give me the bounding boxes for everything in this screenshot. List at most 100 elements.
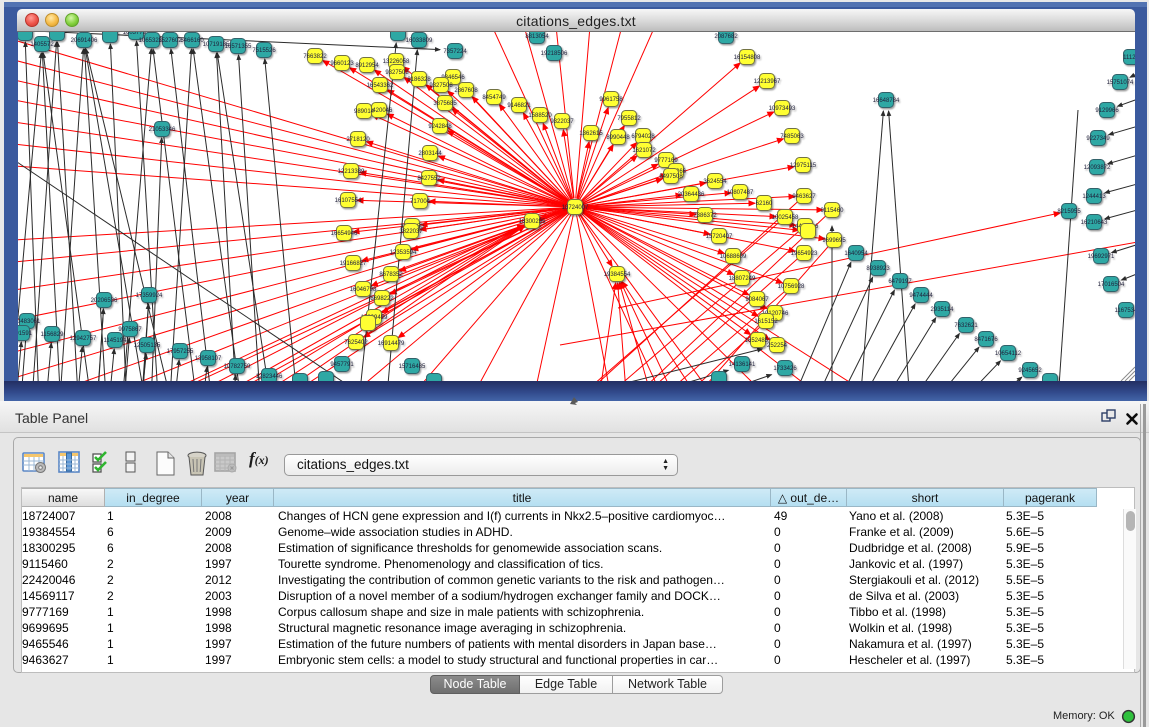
svg-text:16210643: 16210643: [1081, 220, 1108, 226]
svg-text:10973493: 10973493: [769, 106, 796, 112]
svg-text:391591: 391591: [18, 331, 33, 337]
svg-text:8912954: 8912954: [355, 63, 379, 69]
svg-text:8427552: 8427552: [417, 176, 441, 182]
svg-text:9474444: 9474444: [909, 293, 933, 299]
svg-text:1527602: 1527602: [158, 38, 182, 44]
svg-text:10688609: 10688609: [720, 254, 747, 260]
svg-text:12213967: 12213967: [754, 79, 781, 85]
svg-text:9457791: 9457791: [330, 362, 354, 368]
svg-text:17359924: 17359924: [136, 293, 163, 299]
svg-text:12353594: 12353594: [390, 250, 417, 256]
svg-text:10654112: 10654112: [995, 351, 1022, 357]
svg-text:10807487: 10807487: [727, 190, 754, 196]
svg-text:16107554: 16107554: [335, 198, 362, 204]
svg-text:11122: 11122: [1123, 55, 1135, 61]
svg-text:9242848: 9242848: [428, 124, 452, 130]
svg-text:10782759: 10782759: [224, 364, 251, 370]
svg-text:9327508: 9327508: [429, 83, 453, 89]
svg-text:9245652: 9245652: [1018, 368, 1042, 374]
svg-text:2803144: 2803144: [418, 151, 442, 157]
svg-text:1244413: 1244413: [1082, 194, 1106, 200]
svg-text:3875685: 3875685: [433, 101, 457, 107]
svg-text:19166827: 19166827: [340, 261, 367, 267]
svg-text:1167534: 1167534: [1115, 308, 1135, 314]
svg-text:21053346: 21053346: [149, 127, 176, 133]
svg-text:12213389: 12213389: [338, 169, 365, 175]
svg-text:16543362: 16543362: [367, 83, 394, 89]
svg-text:989014: 989014: [354, 109, 375, 115]
svg-text:9327503: 9327503: [385, 70, 409, 76]
svg-text:20364436: 20364436: [678, 192, 705, 198]
svg-text:9463627: 9463627: [792, 194, 816, 200]
svg-text:19218506: 19218506: [541, 51, 568, 57]
svg-text:62160: 62160: [756, 201, 773, 207]
svg-text:17957255: 17957255: [167, 349, 194, 355]
svg-text:9699695: 9699695: [822, 238, 846, 244]
svg-text:6479197: 6479197: [888, 279, 912, 285]
svg-text:18724007: 18724007: [562, 205, 589, 211]
svg-text:16046798: 16046798: [350, 287, 377, 293]
svg-text:10756928: 10756928: [778, 284, 805, 290]
svg-text:1145194: 1145194: [104, 338, 128, 344]
svg-text:7625402: 7625402: [344, 340, 368, 346]
svg-text:717004: 717004: [410, 199, 431, 205]
svg-text:1640954: 1640954: [844, 251, 868, 257]
svg-text:7632621: 7632621: [954, 323, 978, 329]
svg-text:8471676: 8471676: [974, 337, 998, 343]
svg-text:2935114: 2935114: [931, 307, 955, 313]
svg-text:9115460: 9115460: [821, 208, 845, 214]
svg-text:7663822: 7663822: [303, 54, 327, 60]
svg-text:19692971: 19692971: [1088, 254, 1115, 260]
svg-text:9129966: 9129966: [1095, 108, 1119, 114]
svg-text:3624554: 3624554: [703, 179, 727, 185]
svg-text:17016504: 17016504: [1098, 282, 1125, 288]
svg-text:12093872: 12093872: [1084, 165, 1111, 171]
svg-text:15716485: 15716485: [399, 364, 426, 370]
svg-text:9322037: 9322037: [550, 119, 574, 125]
svg-text:1588520: 1588520: [528, 113, 552, 119]
svg-text:20483061: 20483061: [18, 319, 41, 325]
svg-text:9084067: 9084067: [745, 297, 769, 303]
svg-text:12975115: 12975115: [790, 163, 817, 169]
svg-text:3822037: 3822037: [399, 229, 423, 235]
svg-text:9660123: 9660123: [330, 61, 354, 67]
svg-text:7357224: 7357224: [443, 49, 467, 55]
svg-text:8938923: 8938923: [866, 266, 890, 272]
svg-text:7515526: 7515526: [252, 48, 276, 54]
svg-text:16154808: 16154808: [734, 55, 761, 61]
svg-text:13958107: 13958107: [195, 356, 222, 362]
svg-text:252254: 252254: [767, 343, 788, 349]
svg-text:2718120: 2718120: [346, 137, 370, 143]
svg-text:7485063: 7485063: [780, 134, 804, 140]
svg-text:8678352: 8678352: [379, 272, 403, 278]
svg-text:1615152: 1615152: [754, 319, 778, 325]
svg-text:6497508: 6497508: [659, 174, 683, 180]
svg-text:6794028: 6794028: [631, 134, 655, 140]
svg-text:8813054: 8813054: [525, 34, 549, 40]
svg-text:8454749: 8454749: [482, 95, 506, 101]
svg-text:12505135: 12505135: [134, 343, 161, 349]
svg-text:8698222: 8698222: [370, 296, 394, 302]
svg-text:16654946: 16654946: [331, 231, 358, 237]
svg-text:16914479: 16914479: [378, 341, 405, 347]
svg-text:9146821: 9146821: [507, 103, 531, 109]
svg-text:9961758: 9961758: [599, 97, 623, 103]
svg-text:6466160: 6466160: [180, 38, 204, 44]
svg-text:16571355: 16571355: [225, 44, 252, 50]
svg-text:20691406: 20691406: [71, 38, 98, 44]
svg-text:16033809: 16033809: [406, 38, 433, 44]
svg-text:12823446: 12823446: [256, 374, 283, 380]
svg-text:12942757: 12942757: [70, 336, 97, 342]
svg-text:18807249: 18807249: [729, 276, 756, 282]
svg-text:1405572: 1405572: [30, 42, 54, 48]
svg-text:1156829: 1156829: [41, 332, 65, 338]
svg-text:10025458: 10025458: [772, 215, 799, 221]
svg-text:1362615: 1362615: [579, 131, 603, 137]
svg-text:8215955: 8215955: [1057, 209, 1081, 215]
svg-text:9227349: 9227349: [1086, 136, 1110, 142]
svg-text:7955812: 7955812: [617, 116, 641, 122]
svg-text:8990448: 8990448: [606, 135, 630, 141]
svg-text:18300295: 18300295: [519, 219, 546, 225]
svg-text:2867608: 2867608: [454, 88, 478, 94]
svg-text:20206536: 20206536: [91, 298, 118, 304]
